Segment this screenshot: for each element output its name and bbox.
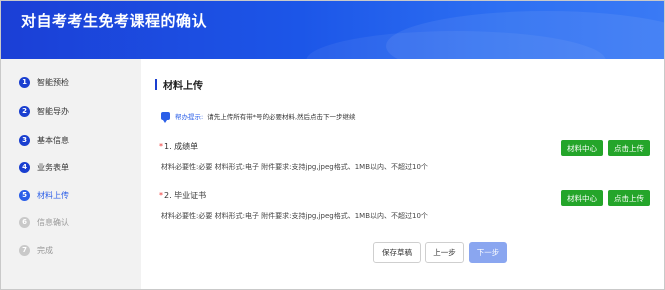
- material-name: 1. 成绩单: [164, 142, 199, 151]
- step-item-7: 7 完成: [19, 242, 53, 258]
- step-label: 基本信息: [37, 135, 69, 145]
- step-item-6: 6 信息确认: [19, 214, 69, 230]
- upload-button[interactable]: 点击上传: [608, 190, 650, 206]
- chat-bubble-icon: [161, 112, 170, 123]
- step-item-4[interactable]: 4 业务表单: [19, 159, 69, 175]
- step-label: 智能预检: [37, 77, 69, 87]
- step-label: 完成: [37, 245, 53, 255]
- prev-step-button[interactable]: 上一步: [425, 242, 464, 263]
- section-heading: 材料上传: [155, 77, 203, 92]
- material-name: 2. 毕业证书: [164, 191, 207, 200]
- step-label: 材料上传: [37, 190, 69, 200]
- step-number: 4: [19, 161, 30, 173]
- material-title: *1. 成绩单: [159, 141, 198, 152]
- step-item-1[interactable]: 1 智能预检: [19, 74, 69, 90]
- tip-key: 帮办提示:: [175, 113, 204, 121]
- tip-message: 请先上传所有带*号的必要材料,然后点击下一步继续: [207, 113, 356, 121]
- material-desc: 材料必要性:必要 材料形式:电子 附件要求:支持jpg,jpeg格式、1MB以内…: [161, 212, 428, 220]
- help-tip: 帮办提示: 请先上传所有带*号的必要材料,然后点击下一步继续: [161, 111, 356, 123]
- material-title: *2. 毕业证书: [159, 190, 206, 201]
- step-number: 6: [19, 216, 30, 228]
- required-mark: *: [159, 142, 163, 151]
- page-frame: 对自考考生免考课程的确认 1 智能预检 2 智能导办 3 基本信息 4 业务表单…: [0, 0, 665, 290]
- step-item-2[interactable]: 2 智能导办: [19, 103, 69, 119]
- step-label: 智能导办: [37, 106, 69, 116]
- upload-button[interactable]: 点击上传: [608, 140, 650, 156]
- step-number: 3: [19, 134, 30, 146]
- material-desc: 材料必要性:必要 材料形式:电子 附件要求:支持jpg,jpeg格式、1MB以内…: [161, 163, 428, 171]
- heading-accent-bar: [155, 79, 157, 90]
- main-content: 材料上传 帮办提示: 请先上传所有带*号的必要材料,然后点击下一步继续 *1. …: [141, 59, 664, 289]
- step-item-5[interactable]: 5 材料上传: [19, 187, 69, 203]
- step-number: 7: [19, 244, 30, 256]
- required-mark: *: [159, 191, 163, 200]
- section-title: 材料上传: [163, 81, 203, 92]
- save-draft-button[interactable]: 保存草稿: [373, 242, 421, 263]
- material-center-button[interactable]: 材料中心: [561, 140, 603, 156]
- step-sidebar: 1 智能预检 2 智能导办 3 基本信息 4 业务表单 5 材料上传 6 信息确…: [1, 59, 141, 289]
- step-number: 1: [19, 76, 30, 88]
- step-number: 2: [19, 105, 30, 117]
- step-label: 业务表单: [37, 162, 69, 172]
- next-step-button[interactable]: 下一步: [469, 242, 507, 263]
- page-header: 对自考考生免考课程的确认: [1, 1, 664, 59]
- step-item-3[interactable]: 3 基本信息: [19, 132, 69, 148]
- step-number: 5: [19, 189, 30, 201]
- page-title: 对自考考生免考课程的确认: [21, 12, 208, 30]
- material-center-button[interactable]: 材料中心: [561, 190, 603, 206]
- step-label: 信息确认: [37, 217, 69, 227]
